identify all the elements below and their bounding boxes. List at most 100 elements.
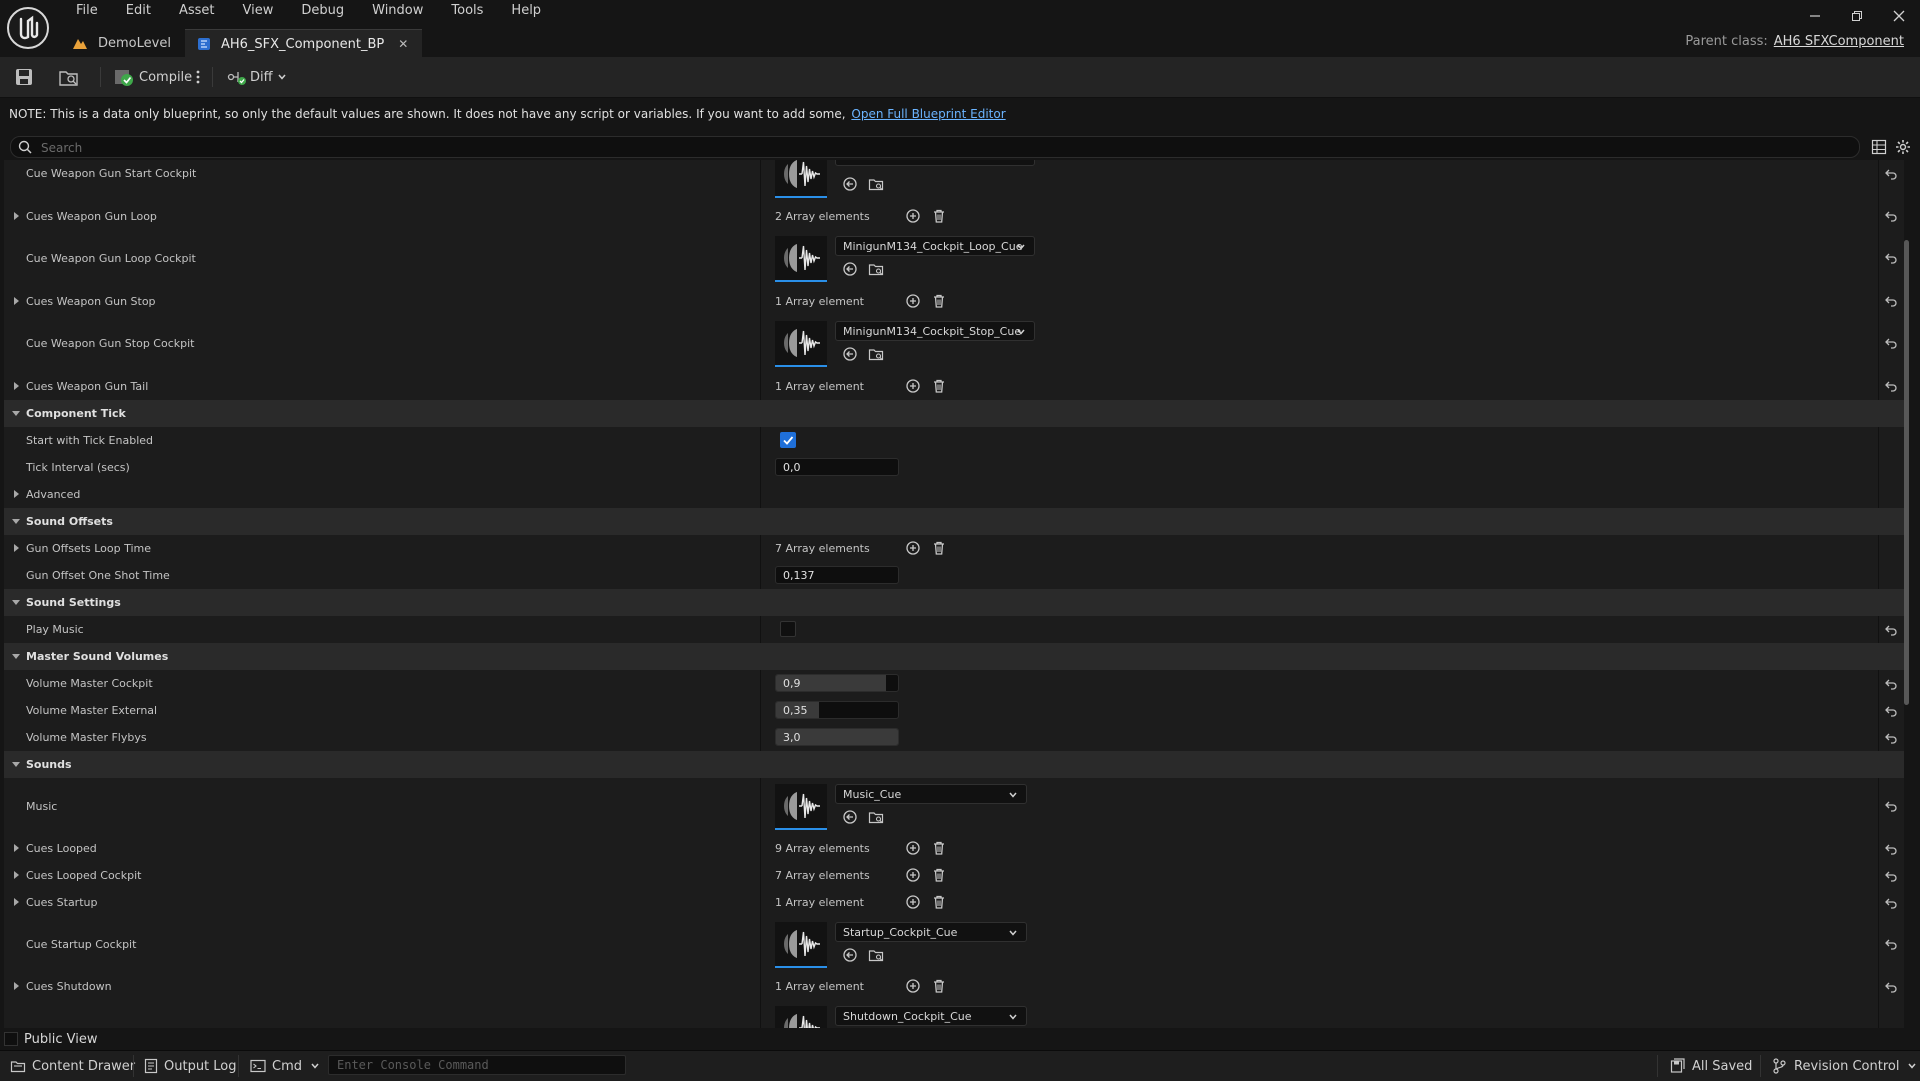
reset-to-default-icon[interactable] bbox=[1884, 799, 1898, 813]
output-log-button[interactable]: Output Log bbox=[144, 1056, 237, 1076]
use-selected-asset-icon[interactable] bbox=[842, 261, 858, 277]
add-element-icon[interactable] bbox=[905, 867, 921, 883]
expand-arrow-icon[interactable] bbox=[11, 843, 21, 853]
menu-edit[interactable]: Edit bbox=[110, 0, 163, 22]
collapse-arrow-icon[interactable] bbox=[11, 759, 21, 769]
play-music-checkbox[interactable] bbox=[780, 621, 796, 637]
use-selected-asset-icon[interactable] bbox=[842, 346, 858, 362]
close-window-button[interactable] bbox=[1878, 4, 1920, 28]
save-button[interactable] bbox=[14, 65, 34, 89]
compile-button[interactable]: Compile bbox=[113, 65, 192, 89]
expand-arrow-icon[interactable] bbox=[11, 870, 21, 880]
menu-file[interactable]: File bbox=[60, 0, 110, 22]
delete-all-icon[interactable] bbox=[931, 293, 947, 309]
parent-class-link[interactable]: AH6 SFXComponent bbox=[1774, 34, 1904, 49]
reset-to-default-icon[interactable] bbox=[1884, 731, 1898, 745]
asset-picker-dropdown[interactable]: Shutdown_Cockpit_Cue bbox=[835, 1006, 1027, 1026]
all-saved-button[interactable]: All Saved bbox=[1670, 1056, 1752, 1076]
property-row-advanced[interactable]: Advanced bbox=[4, 481, 1904, 509]
delete-all-icon[interactable] bbox=[931, 978, 947, 994]
cmd-selector[interactable]: Cmd bbox=[250, 1056, 320, 1076]
add-element-icon[interactable] bbox=[905, 978, 921, 994]
use-selected-asset-icon[interactable] bbox=[842, 809, 858, 825]
use-selected-asset-icon[interactable] bbox=[842, 176, 858, 192]
collapse-arrow-icon[interactable] bbox=[11, 408, 21, 418]
expand-arrow-icon[interactable] bbox=[11, 897, 21, 907]
settings-gear-icon[interactable] bbox=[1895, 139, 1911, 155]
category-sound-settings[interactable]: Sound Settings bbox=[4, 589, 1904, 617]
tick-interval-input[interactable]: 0,0 bbox=[775, 458, 899, 476]
minimize-button[interactable] bbox=[1794, 4, 1836, 28]
console-command-input[interactable] bbox=[328, 1055, 626, 1075]
volume-external-slider[interactable]: 0,35 bbox=[775, 701, 899, 719]
browse-to-asset-icon[interactable] bbox=[868, 809, 884, 825]
collapse-arrow-icon[interactable] bbox=[11, 651, 21, 661]
category-component-tick[interactable]: Component Tick bbox=[4, 400, 1904, 428]
sound-cue-thumbnail[interactable] bbox=[775, 1006, 827, 1028]
reset-to-default-icon[interactable] bbox=[1884, 209, 1898, 223]
content-drawer-button[interactable]: Content Drawer bbox=[10, 1056, 135, 1076]
use-selected-asset-icon[interactable] bbox=[842, 947, 858, 963]
delete-all-icon[interactable] bbox=[931, 540, 947, 556]
asset-picker-dropdown[interactable]: Startup_Cockpit_Cue bbox=[835, 922, 1027, 942]
delete-all-icon[interactable] bbox=[931, 867, 947, 883]
diff-button[interactable]: Diff bbox=[226, 65, 287, 89]
restore-button[interactable] bbox=[1836, 4, 1878, 28]
reset-to-default-icon[interactable] bbox=[1884, 677, 1898, 691]
delete-all-icon[interactable] bbox=[931, 378, 947, 394]
reset-to-default-icon[interactable] bbox=[1884, 336, 1898, 350]
expand-arrow-icon[interactable] bbox=[11, 381, 21, 391]
menu-help[interactable]: Help bbox=[495, 0, 553, 22]
asset-picker-dropdown[interactable]: MinigunM134_Cockpit_Loop_Cue bbox=[835, 236, 1035, 256]
volume-cockpit-slider[interactable]: 0,9 bbox=[775, 674, 899, 692]
asset-picker-dropdown[interactable] bbox=[835, 160, 1035, 166]
reset-to-default-icon[interactable] bbox=[1884, 896, 1898, 910]
delete-all-icon[interactable] bbox=[931, 894, 947, 910]
expand-arrow-icon[interactable] bbox=[11, 489, 21, 499]
add-element-icon[interactable] bbox=[905, 293, 921, 309]
asset-picker-dropdown[interactable]: MinigunM134_Cockpit_Stop_Cue bbox=[835, 321, 1035, 341]
public-view-checkbox[interactable] bbox=[4, 1032, 18, 1046]
view-options-grid-icon[interactable] bbox=[1871, 139, 1887, 155]
menu-view[interactable]: View bbox=[227, 0, 286, 22]
tab-demolevel[interactable]: DemoLevel bbox=[60, 29, 185, 57]
sound-cue-thumbnail[interactable] bbox=[775, 160, 827, 198]
browse-to-asset-icon[interactable] bbox=[868, 176, 884, 192]
menu-tools[interactable]: Tools bbox=[435, 0, 495, 22]
browse-to-asset-icon[interactable] bbox=[868, 261, 884, 277]
sound-cue-thumbnail[interactable] bbox=[775, 236, 827, 282]
menu-asset[interactable]: Asset bbox=[163, 0, 227, 22]
reset-to-default-icon[interactable] bbox=[1884, 294, 1898, 308]
reset-to-default-icon[interactable] bbox=[1884, 623, 1898, 637]
tab-blueprint[interactable]: AH6_SFX_Component_BP ✕ bbox=[184, 29, 423, 58]
sound-cue-thumbnail[interactable] bbox=[775, 922, 827, 968]
unreal-logo-icon[interactable] bbox=[6, 6, 50, 50]
start-with-tick-checkbox[interactable] bbox=[780, 432, 796, 448]
browse-button[interactable] bbox=[58, 65, 80, 89]
details-scrollbar[interactable] bbox=[1904, 240, 1909, 705]
sound-cue-thumbnail[interactable] bbox=[775, 321, 827, 367]
close-tab-icon[interactable]: ✕ bbox=[398, 37, 408, 51]
category-master-sound-volumes[interactable]: Master Sound Volumes bbox=[4, 643, 1904, 671]
search-box[interactable] bbox=[10, 136, 1860, 158]
add-element-icon[interactable] bbox=[905, 378, 921, 394]
collapse-arrow-icon[interactable] bbox=[11, 516, 21, 526]
browse-to-asset-icon[interactable] bbox=[868, 947, 884, 963]
open-full-editor-link[interactable]: Open Full Blueprint Editor bbox=[851, 107, 1005, 121]
add-element-icon[interactable] bbox=[905, 208, 921, 224]
reset-to-default-icon[interactable] bbox=[1884, 251, 1898, 265]
reset-to-default-icon[interactable] bbox=[1884, 980, 1898, 994]
asset-picker-dropdown[interactable]: Music_Cue bbox=[835, 784, 1027, 804]
sound-cue-thumbnail[interactable] bbox=[775, 784, 827, 830]
add-element-icon[interactable] bbox=[905, 540, 921, 556]
category-sounds[interactable]: Sounds bbox=[4, 751, 1904, 779]
reset-to-default-icon[interactable] bbox=[1884, 167, 1898, 181]
expand-arrow-icon[interactable] bbox=[11, 543, 21, 553]
collapse-arrow-icon[interactable] bbox=[11, 597, 21, 607]
category-sound-offsets[interactable]: Sound Offsets bbox=[4, 508, 1904, 536]
one-shot-time-input[interactable]: 0,137 bbox=[775, 566, 899, 584]
reset-to-default-icon[interactable] bbox=[1884, 869, 1898, 883]
expand-arrow-icon[interactable] bbox=[11, 296, 21, 306]
volume-flybys-slider[interactable]: 3,0 bbox=[775, 728, 899, 746]
compile-options-button[interactable] bbox=[195, 65, 201, 89]
